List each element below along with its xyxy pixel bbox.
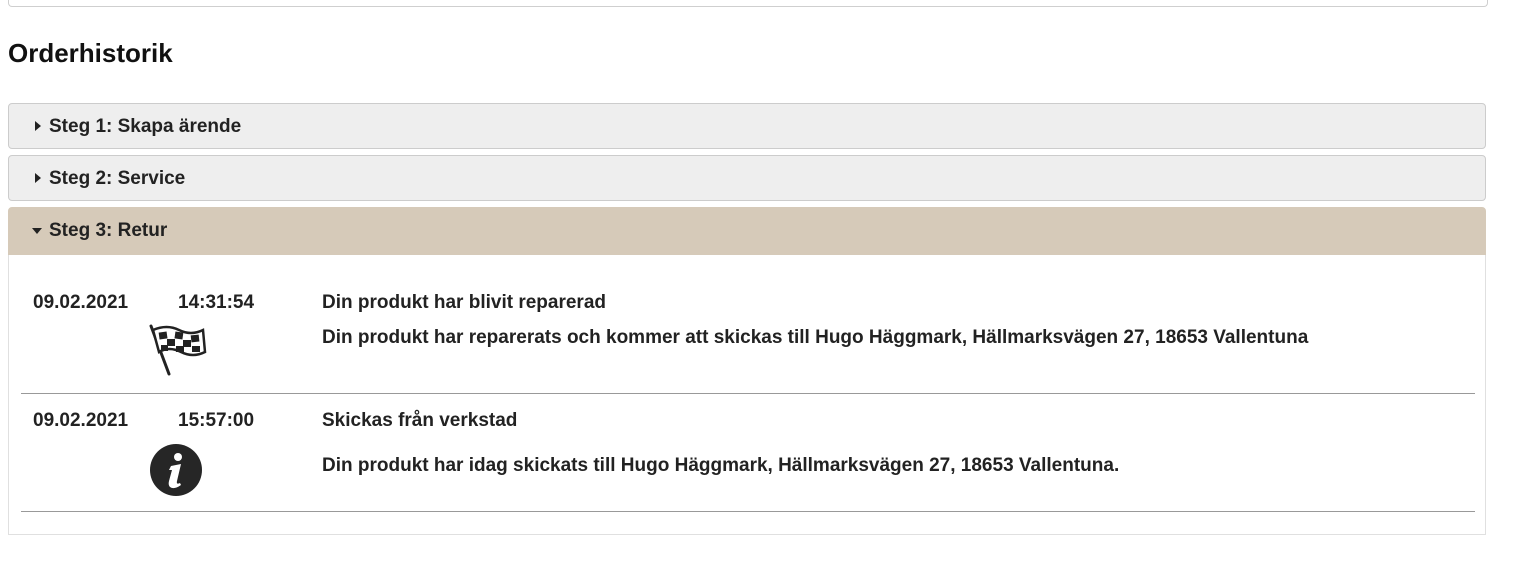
entry-date: 09.02.2021 xyxy=(33,292,129,313)
entry-divider xyxy=(21,511,1475,512)
caret-down-icon xyxy=(32,228,42,234)
history-entry: 09.02.2021 14:31:54 Din produkt har bliv… xyxy=(21,292,1475,382)
entry-description: Din produkt har idag skickats till Hugo … xyxy=(322,455,1120,476)
entry-description: Din produkt har reparerats och kommer at… xyxy=(322,327,1309,348)
page-title: Orderhistorik xyxy=(8,38,173,68)
checkered-flag-icon xyxy=(145,322,207,383)
step-label: Steg 3: Retur xyxy=(49,220,168,241)
caret-right-icon xyxy=(35,173,41,183)
entry-title: Din produkt har blivit reparerad xyxy=(322,292,606,313)
caret-right-icon xyxy=(35,121,41,131)
step-label: Steg 1: Skapa ärende xyxy=(49,116,242,137)
history-entry: 09.02.2021 15:57:00 Skickas från verksta… xyxy=(21,410,1475,500)
step-label: Steg 2: Service xyxy=(49,168,186,189)
step-header-2[interactable]: Steg 2: Service xyxy=(8,155,1486,201)
entry-time: 14:31:54 xyxy=(178,292,255,313)
info-icon xyxy=(149,443,203,502)
previous-panel-edge xyxy=(8,0,1488,7)
entry-divider xyxy=(21,393,1475,394)
entry-date: 09.02.2021 xyxy=(33,410,129,431)
entry-title: Skickas från verkstad xyxy=(322,410,518,431)
step-header-3[interactable]: Steg 3: Retur xyxy=(8,207,1486,255)
step-3-content: 09.02.2021 14:31:54 Din produkt har bliv… xyxy=(8,255,1486,535)
entry-time: 15:57:00 xyxy=(178,410,255,431)
step-header-1[interactable]: Steg 1: Skapa ärende xyxy=(8,103,1486,149)
